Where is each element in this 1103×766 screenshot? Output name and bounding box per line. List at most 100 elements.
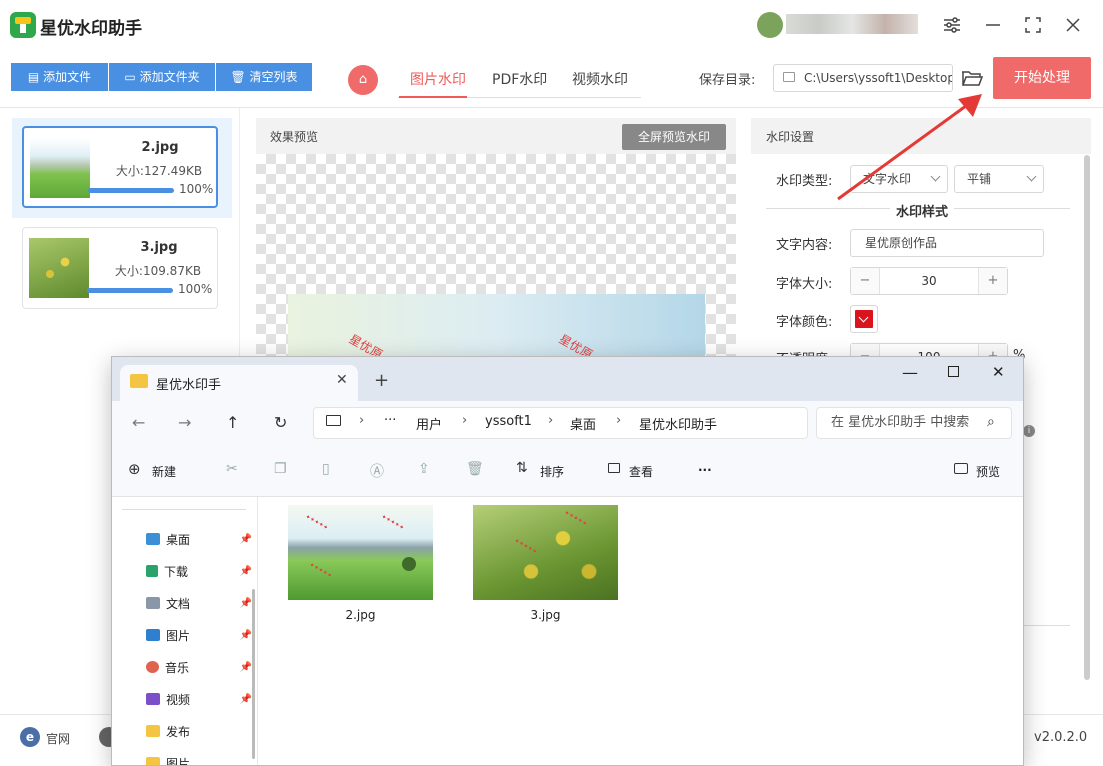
paste-icon[interactable]: ▯	[322, 461, 330, 477]
pin-icon: 📌	[239, 534, 252, 545]
file-item[interactable]: 3.jpg 大小:109.87KB 100%	[22, 227, 218, 309]
app-logo-icon	[10, 12, 36, 38]
nav-label: 图片	[166, 757, 191, 766]
search-input[interactable]: 在 星优水印助手 中搜索	[816, 407, 1012, 439]
watermark-mark: ✦✦✦✦✦	[379, 513, 406, 532]
search-icon[interactable]: ⌕	[987, 414, 995, 430]
refresh-icon[interactable]: ↻	[274, 413, 287, 432]
clear-list-button[interactable]: 🗑 清空列表	[216, 63, 312, 91]
font-size-value[interactable]: 30	[879, 268, 979, 294]
minimize-button[interactable]: —	[902, 363, 918, 382]
folder-icon: ▭	[124, 70, 140, 84]
pin-icon: 📌	[239, 662, 252, 673]
file-caption: 3.jpg	[530, 608, 561, 622]
maximize-button[interactable]	[948, 366, 959, 377]
increment-button[interactable]: +	[979, 268, 1007, 294]
nav-item-documents[interactable]: 文档 📌	[146, 591, 256, 617]
text-content-label: 文字内容:	[776, 238, 833, 253]
view-icon	[608, 463, 620, 473]
up-arrow-icon[interactable]: ↑	[226, 413, 239, 432]
add-folder-button[interactable]: ▭ 添加文件夹	[109, 63, 215, 91]
view-button[interactable]: 查看	[629, 463, 653, 480]
tree-shape	[402, 557, 416, 571]
breadcrumb-users[interactable]: 用户	[416, 414, 442, 433]
file-name: 3.jpg	[140, 240, 178, 255]
close-button[interactable]	[1062, 14, 1084, 36]
navigation-pane: 桌面 📌 下载 📌 文档 📌 图片 📌 音乐 📌 视频 📌 发布 图片	[112, 497, 258, 766]
more-options-button[interactable]: ···	[698, 463, 712, 477]
version-text: v2.0.2.0	[1034, 730, 1088, 745]
minimize-button[interactable]	[982, 14, 1004, 36]
website-link[interactable]: 官网	[46, 730, 70, 747]
share-icon[interactable]: ⇪	[418, 461, 430, 477]
back-arrow-icon[interactable]: ←	[132, 413, 145, 432]
nav-label: 视频	[166, 693, 191, 707]
nav-item-desktop[interactable]: 桌面 📌	[146, 527, 256, 553]
text-content-input[interactable]: 星优原创作品	[850, 229, 1044, 257]
breadcrumb-folder[interactable]: 星优水印助手	[639, 414, 717, 433]
explorer-tab[interactable]: 星优水印手 ✕	[120, 365, 358, 401]
font-color-picker[interactable]	[850, 305, 878, 333]
nav-scrollbar[interactable]	[252, 589, 255, 759]
desktop-icon	[146, 533, 160, 545]
watermark-type-label: 水印类型:	[776, 174, 833, 189]
file-thumbnail	[30, 138, 90, 198]
active-tab-indicator	[399, 96, 467, 98]
nav-label: 下载	[164, 565, 189, 579]
settings-scrollbar[interactable]	[1084, 155, 1090, 680]
font-size-stepper[interactable]: − 30 +	[850, 267, 1008, 295]
nav-item-downloads[interactable]: 下载 📌	[146, 559, 256, 585]
nav-item-publish[interactable]: 发布	[146, 719, 256, 745]
file-caption: 2.jpg	[345, 608, 376, 622]
more-breadcrumb-icon[interactable]: ···	[384, 413, 396, 428]
file-size: 大小:127.49KB	[115, 164, 203, 178]
delete-icon[interactable]: 🗑	[466, 461, 484, 477]
nav-label: 音乐	[165, 661, 190, 675]
nav-label: 发布	[166, 725, 191, 739]
add-file-button[interactable]: ▤ 添加文件	[11, 63, 108, 91]
new-plus-icon: ⊕	[128, 460, 141, 478]
explorer-command-bar	[112, 451, 1023, 497]
settings-sliders-icon[interactable]	[941, 14, 963, 36]
decrement-button[interactable]: −	[851, 268, 879, 294]
file-size: 大小:109.87KB	[114, 264, 202, 278]
new-tab-icon[interactable]: +	[374, 370, 389, 391]
close-tab-icon[interactable]: ✕	[336, 372, 348, 388]
sort-button[interactable]: 排序	[540, 463, 564, 480]
explorer-content: ✦✦✦✦✦ ✦✦✦✦✦ ✦✦✦✦✦ 2.jpg ✦✦✦✦✦ ✦✦✦✦✦ 3.jp…	[259, 497, 1023, 765]
copy-icon[interactable]: ❐	[274, 461, 287, 477]
tab-video-watermark[interactable]: 视频水印	[572, 69, 628, 89]
maximize-button[interactable]	[1022, 14, 1044, 36]
rename-icon[interactable]: Ⓐ	[370, 461, 384, 481]
cut-icon[interactable]: ✂	[226, 461, 238, 477]
info-icon[interactable]: i	[1023, 425, 1035, 437]
pin-icon: 📌	[239, 598, 252, 609]
breadcrumb-desktop[interactable]: 桌面	[570, 414, 596, 433]
tab-pdf-watermark[interactable]: PDF水印	[492, 69, 547, 89]
pin-icon: 📌	[239, 694, 252, 705]
start-process-button[interactable]: 开始处理	[993, 57, 1091, 99]
tab-image-watermark[interactable]: 图片水印	[410, 69, 466, 89]
nav-item-pictures[interactable]: 图片 📌	[146, 623, 256, 649]
fullscreen-preview-button[interactable]: 全屏预览水印	[622, 124, 726, 150]
new-button[interactable]: 新建	[152, 463, 176, 480]
forward-arrow-icon[interactable]: →	[178, 413, 191, 432]
user-avatar[interactable]	[757, 12, 783, 38]
breadcrumb-user[interactable]: yssoft1	[485, 414, 532, 429]
preview-pane-button[interactable]: 预览	[976, 463, 1000, 480]
breadcrumb-separator: ›	[359, 413, 365, 428]
breadcrumb-separator: ›	[462, 413, 468, 428]
file-tile[interactable]: ✦✦✦✦✦ ✦✦✦✦✦ 3.jpg	[473, 505, 618, 622]
breadcrumb-separator: ›	[616, 413, 622, 428]
nav-item-music[interactable]: 音乐 📌	[146, 655, 256, 681]
progress-percent: 100%	[178, 282, 213, 296]
image-thumbnail: ✦✦✦✦✦ ✦✦✦✦✦ ✦✦✦✦✦	[288, 505, 433, 600]
nav-item-videos[interactable]: 视频 📌	[146, 687, 256, 713]
file-item[interactable]: 2.jpg 大小:127.49KB 100%	[22, 126, 218, 208]
close-button[interactable]: ✕	[992, 363, 1005, 381]
home-icon[interactable]: ⌂	[348, 65, 378, 95]
watermark-mark: ✦✦✦✦✦	[512, 537, 539, 556]
website-e-icon[interactable]: e	[20, 727, 40, 747]
file-tile[interactable]: ✦✦✦✦✦ ✦✦✦✦✦ ✦✦✦✦✦ 2.jpg	[288, 505, 433, 622]
preview-title: 效果预览	[270, 130, 319, 144]
